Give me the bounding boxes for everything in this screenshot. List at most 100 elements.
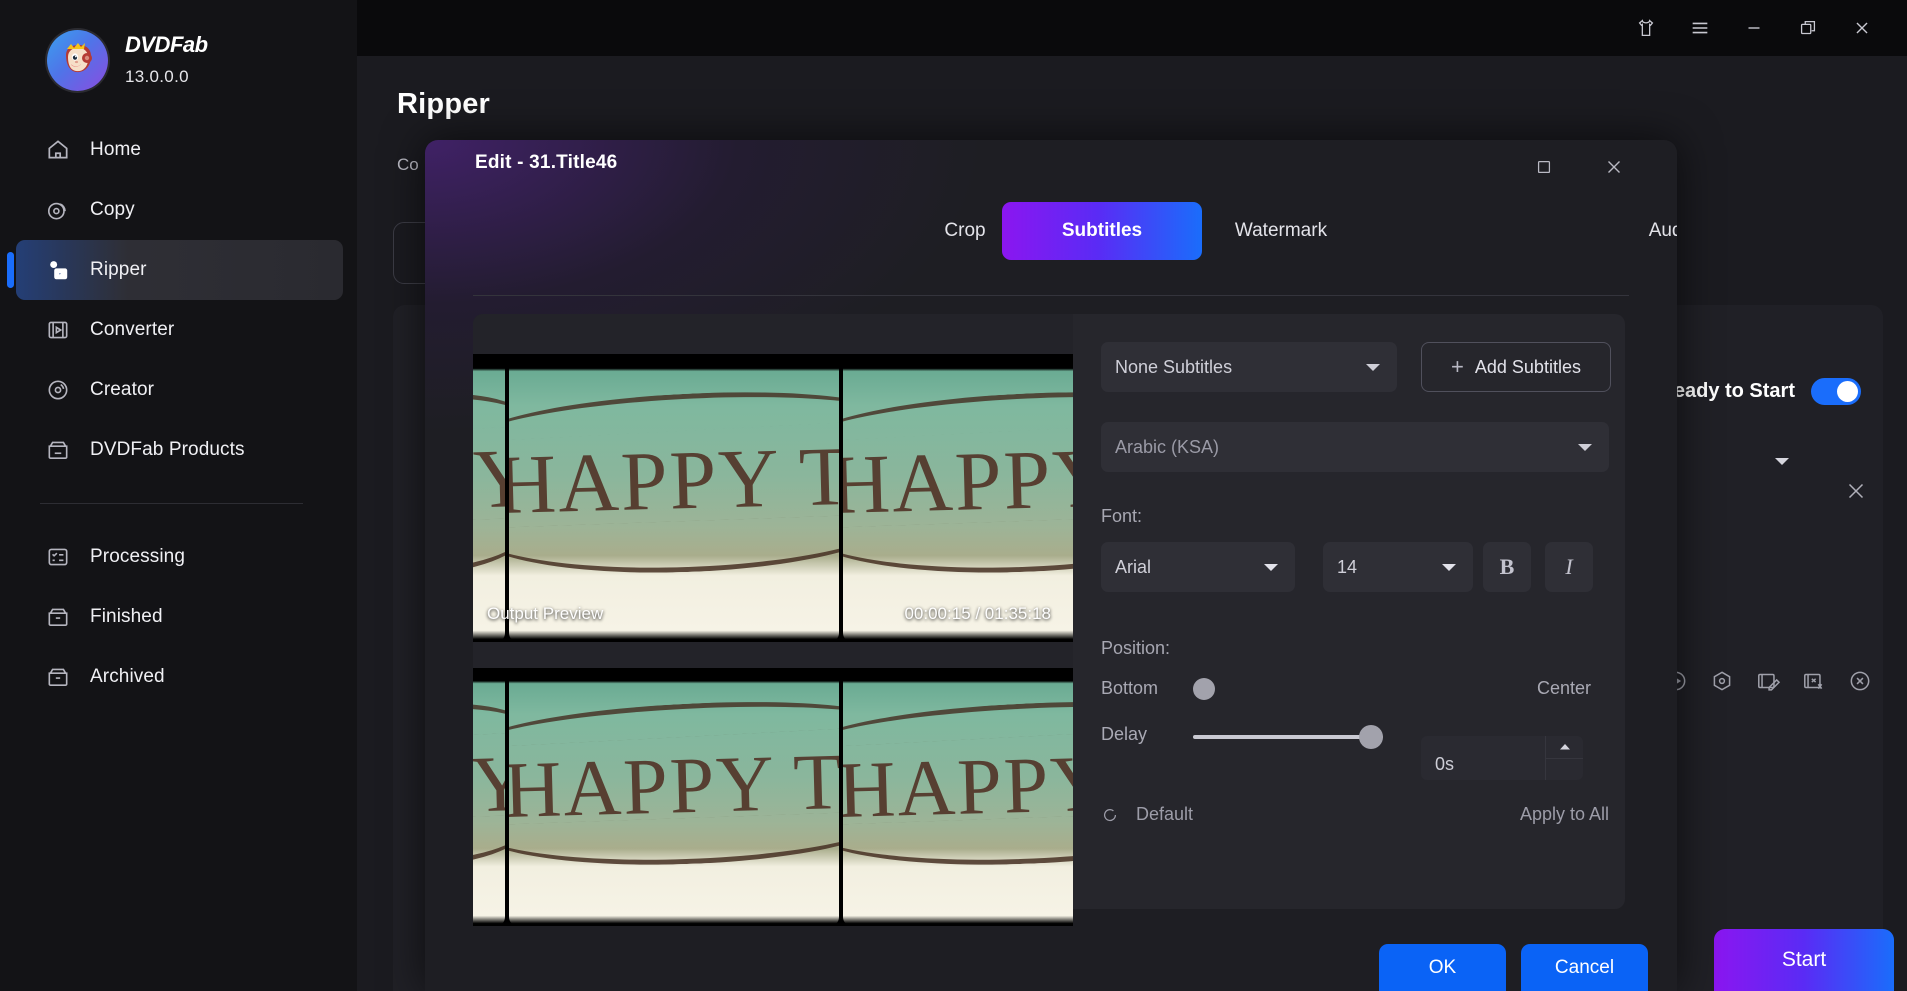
close-icon [1843,478,1869,504]
close-icon [1851,17,1873,39]
dialog-body: HAPPY T HAPPY T HAPPY T [425,302,1677,991]
add-subtitles-button[interactable]: + Add Subtitles [1421,342,1611,392]
brand-fab: Fab [170,32,208,57]
ready-to-start-row: Ready to Start [1659,378,1861,405]
sidebar-item-home[interactable]: Home [16,120,343,180]
font-family-select[interactable]: Arial [1101,542,1295,592]
dialog-tab-divider [473,295,1629,296]
sidebar-item-archived[interactable]: Archived [16,647,343,707]
ready-to-start-toggle[interactable] [1811,378,1861,405]
split-clip-icon[interactable] [1801,668,1827,694]
font-family-value: Arial [1115,557,1151,578]
delay-slider-handle[interactable] [1359,725,1383,749]
stepper-down-button[interactable] [1545,758,1583,780]
app-version: 13.0.0.0 [125,67,208,87]
font-size-select[interactable]: 14 [1323,542,1473,592]
background-dropdown-button[interactable] [1773,455,1791,467]
preview-frame: HAPPY T [843,668,1073,926]
chevron-down-icon [1773,455,1791,467]
settings-hex-icon[interactable] [1709,668,1735,694]
dialog-maximize-button[interactable] [1529,152,1559,182]
position-horizontal-label: Center [1537,678,1591,699]
tab-label: Watermark [1235,220,1327,242]
home-icon [45,137,71,163]
finished-box-icon [45,604,71,630]
preview-frame-text: HAPPY T [473,737,505,837]
cancel-button[interactable]: Cancel [1521,944,1648,991]
sidebar-item-converter[interactable]: Converter [16,300,343,360]
chevron-down-icon [1263,562,1279,572]
sidebar-item-creator[interactable]: Creator [16,360,343,420]
disc-creator-icon [45,377,71,403]
start-button-label: Start [1782,948,1826,972]
sidebar-item-finished[interactable]: Finished [16,587,343,647]
archived-box-icon [45,664,71,690]
bold-button[interactable]: B [1483,542,1531,592]
processing-list-icon [45,544,71,570]
brand-dvd: DVD [125,32,170,57]
font-size-value: 14 [1337,557,1357,578]
source-preview[interactable]: HAPPY T HAPPY T HAPPY T [473,354,1073,642]
dialog-tabs: Crop Effect Watermark Subtitles Audio Sp… [425,202,1677,282]
brand: DVDFab 13.0.0.0 [47,30,208,91]
position-section-label: Position: [1101,638,1170,659]
apply-to-all-button[interactable]: Apply to All [1520,804,1609,825]
sidebar-item-processing[interactable]: Processing [16,527,343,587]
sidebar-item-label: Processing [90,546,185,568]
subtitle-track-value: None Subtitles [1115,357,1232,378]
preview-frames: HAPPY T HAPPY T HAPPY T [473,668,1073,926]
tab-watermark[interactable]: Watermark [1188,202,1374,260]
sidebar-item-label: DVDFab Products [90,439,245,461]
add-subtitles-label: Add Subtitles [1475,357,1581,378]
close-button[interactable] [1835,0,1889,56]
subtitles-panel: HAPPY T HAPPY T HAPPY T [473,314,1625,909]
preview-frame-text: HAPPY T [843,737,1073,837]
tab-subtitles[interactable]: Subtitles [1002,202,1202,260]
sidebar-item-dvdfab-products[interactable]: DVDFab Products [16,420,343,480]
minimize-button[interactable] [1727,0,1781,56]
preview-frame-text: HAPPY T [473,428,505,534]
tab-audio[interactable]: Audio [1613,202,1677,260]
brand-text: DVDFab 13.0.0.0 [125,30,208,87]
dialog-close-button[interactable] [1599,152,1629,182]
sidebar-item-copy[interactable]: Copy [16,180,343,240]
sidebar-divider [40,503,303,504]
sidebar-item-label: Creator [90,379,154,401]
minimize-icon [1743,17,1765,39]
theme-button[interactable] [1619,0,1673,56]
remove-clip-icon[interactable] [1847,668,1873,694]
plus-icon: + [1451,356,1464,378]
preview-timecode: 00:00:15 / 01:35:18 [904,604,1051,624]
cancel-label: Cancel [1555,957,1614,979]
background-subtext: Co [397,155,419,175]
sidebar-item-ripper[interactable]: Ripper [16,240,343,300]
position-vertical-slider-handle[interactable] [1193,678,1215,700]
italic-label: I [1565,554,1572,580]
edit-clip-icon[interactable] [1755,668,1781,694]
sidebar-item-label: Finished [90,606,163,628]
window-titlebar [357,0,1907,56]
restore-icon [1797,17,1819,39]
restore-button[interactable] [1781,0,1835,56]
start-button[interactable]: Start [1714,929,1894,991]
sidebar: DVDFab 13.0.0.0 Home Copy [0,0,357,991]
reset-default-button[interactable]: Default [1101,804,1193,825]
menu-button[interactable] [1673,0,1727,56]
ok-button[interactable]: OK [1379,944,1506,991]
monkey-mascot-icon [60,43,96,78]
caret-up-icon [1559,743,1571,751]
chevron-down-icon [1441,562,1457,572]
subtitle-track-select[interactable]: None Subtitles [1101,342,1397,392]
delay-value-stepper[interactable]: 0s [1421,736,1583,780]
sidebar-nav: Home Copy Ripper [0,120,357,707]
subtitle-language-select[interactable]: Arabic (KSA) [1101,422,1609,472]
reset-circle-icon [1101,806,1119,824]
italic-button[interactable]: I [1545,542,1593,592]
delay-slider-track[interactable] [1193,735,1383,739]
stepper-up-button[interactable] [1545,736,1583,758]
output-preview[interactable]: HAPPY T HAPPY T HAPPY T [473,668,1073,926]
background-remove-task-button[interactable] [1843,478,1869,504]
output-preview-label: Output Preview [487,604,603,624]
delay-value: 0s [1435,754,1454,775]
window-controls [1619,0,1889,56]
